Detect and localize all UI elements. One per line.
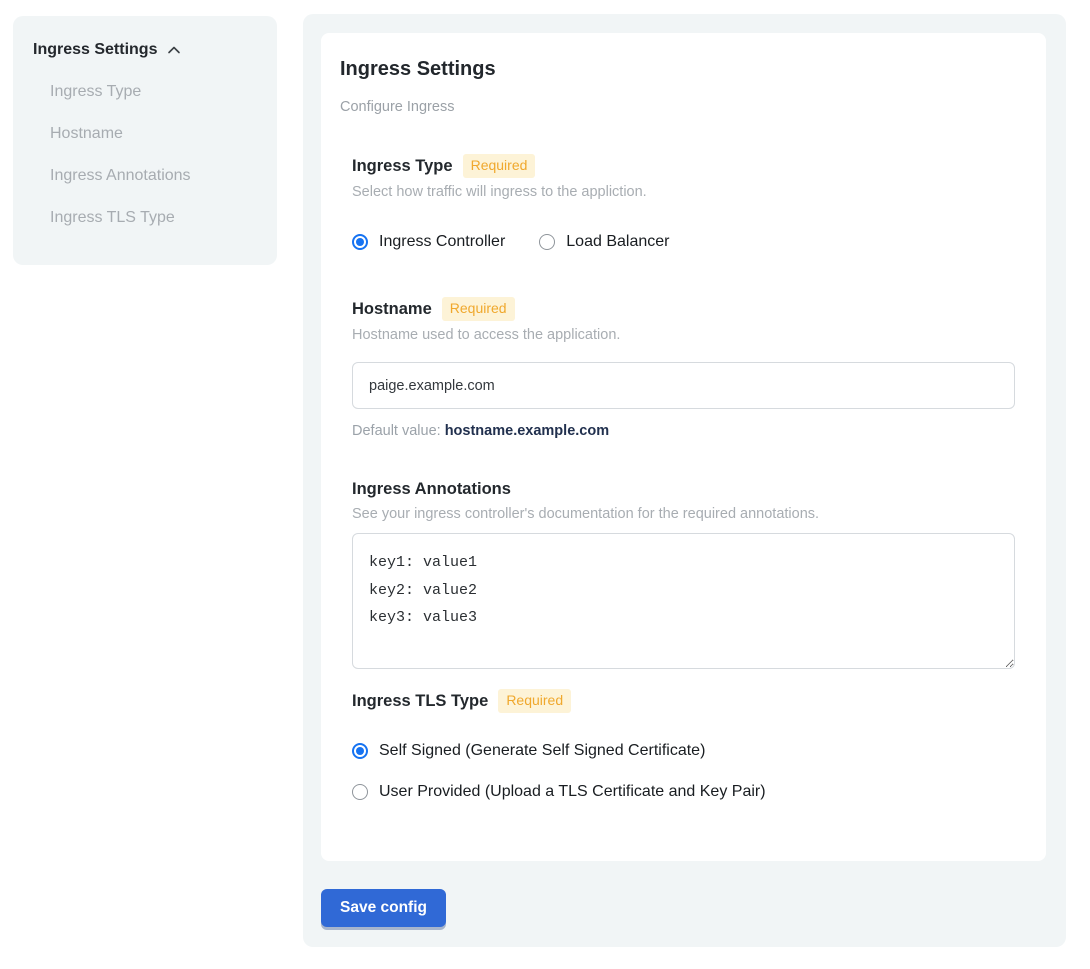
field-label: Ingress Type	[352, 156, 453, 177]
ingress-tls-type-heading: Ingress TLS Type Required	[352, 689, 1015, 713]
required-badge: Required	[463, 154, 536, 178]
sidebar-item-hostname[interactable]: Hostname	[33, 113, 257, 155]
default-value-label: Default value:	[352, 423, 445, 439]
ingress-type-description: Select how traffic will ingress to the a…	[352, 183, 1015, 202]
radio-icon	[352, 743, 368, 759]
save-config-button[interactable]: Save config	[321, 889, 446, 927]
hostname-heading: Hostname Required	[352, 297, 1015, 321]
ingress-type-field: Ingress Type Required Select how traffic…	[352, 154, 1015, 253]
ingress-tls-type-field: Ingress TLS Type Required Self Signed (G…	[352, 689, 1015, 803]
required-badge: Required	[498, 689, 571, 713]
ingress-annotations-heading: Ingress Annotations	[352, 479, 1015, 500]
sidebar-item-ingress-annotations[interactable]: Ingress Annotations	[33, 155, 257, 197]
hostname-description: Hostname used to access the application.	[352, 326, 1015, 345]
radio-icon	[539, 234, 555, 250]
radio-label: User Provided (Upload a TLS Certificate …	[379, 780, 766, 803]
card-title: Ingress Settings	[340, 57, 1015, 81]
ingress-annotations-description: See your ingress controller's documentat…	[352, 505, 1015, 524]
sidebar-section-header[interactable]: Ingress Settings	[33, 40, 257, 59]
field-label: Ingress TLS Type	[352, 691, 488, 712]
ingress-settings-card: Ingress Settings Configure Ingress Ingre…	[321, 33, 1046, 861]
ingress-type-radio-group: Ingress Controller Load Balancer	[352, 230, 1015, 253]
ingress-annotations-textarea[interactable]: key1: value1 key2: value2 key3: value3	[352, 533, 1015, 669]
radio-option-ingress-controller[interactable]: Ingress Controller	[352, 230, 505, 253]
content-panel: Ingress Settings Configure Ingress Ingre…	[303, 14, 1066, 947]
radio-label: Load Balancer	[566, 230, 669, 253]
radio-option-self-signed[interactable]: Self Signed (Generate Self Signed Certif…	[352, 739, 1015, 762]
default-value-hint: Default value: hostname.example.com	[352, 422, 1015, 441]
sidebar-item-ingress-type[interactable]: Ingress Type	[33, 71, 257, 113]
radio-option-load-balancer[interactable]: Load Balancer	[539, 230, 669, 253]
required-badge: Required	[442, 297, 515, 321]
default-value: hostname.example.com	[445, 423, 609, 439]
radio-icon	[352, 234, 368, 250]
card-subtitle: Configure Ingress	[340, 98, 1015, 117]
sidebar-section-title: Ingress Settings	[33, 40, 157, 59]
field-label: Hostname	[352, 299, 432, 320]
radio-option-user-provided[interactable]: User Provided (Upload a TLS Certificate …	[352, 780, 1015, 803]
sidebar-item-ingress-tls-type[interactable]: Ingress TLS Type	[33, 197, 257, 239]
field-label: Ingress Annotations	[352, 479, 511, 500]
chevron-up-icon	[166, 42, 182, 58]
ingress-settings-sidebar: Ingress Settings Ingress Type Hostname I…	[13, 16, 277, 265]
radio-label: Ingress Controller	[379, 230, 505, 253]
ingress-type-heading: Ingress Type Required	[352, 154, 1015, 178]
radio-icon	[352, 784, 368, 800]
hostname-field: Hostname Required Hostname used to acces…	[352, 297, 1015, 441]
ingress-tls-radio-group: Self Signed (Generate Self Signed Certif…	[352, 739, 1015, 803]
radio-label: Self Signed (Generate Self Signed Certif…	[379, 739, 705, 762]
sidebar-nav-list: Ingress Type Hostname Ingress Annotation…	[33, 71, 257, 239]
ingress-annotations-field: Ingress Annotations See your ingress con…	[352, 479, 1015, 669]
hostname-input[interactable]	[352, 362, 1015, 409]
